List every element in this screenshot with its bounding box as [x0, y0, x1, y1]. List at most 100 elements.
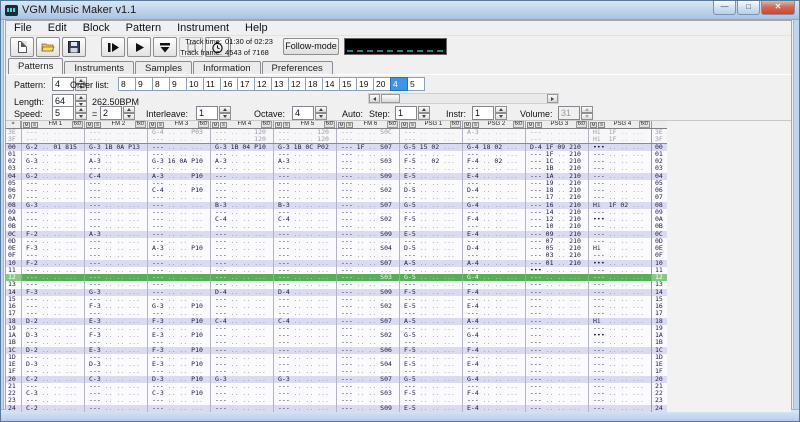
pattern-cell[interactable]: F-4 .. .. ...	[462, 390, 525, 397]
pattern-cell[interactable]: --- .. .. ...	[210, 339, 273, 346]
pattern-cell[interactable]: --- .. .. ...	[462, 325, 525, 332]
pattern-cell[interactable]: D-5 .. .. ...	[399, 187, 462, 194]
pattern-cell[interactable]: A-3 .. .. P10	[147, 245, 210, 252]
pattern-cell[interactable]: --- .. .. ...	[147, 281, 210, 288]
pattern-cell[interactable]: D-4 1F 09 210	[525, 144, 588, 151]
pattern-cell[interactable]: --- .. .. ...	[462, 383, 525, 390]
solo-button[interactable]: S	[283, 122, 290, 128]
pattern-cell[interactable]: --- .. .. S07	[336, 202, 399, 209]
pattern-cell[interactable]: --- 1F .. 210	[525, 151, 588, 158]
solo-button[interactable]: S	[409, 122, 416, 128]
pattern-cell[interactable]: F-5 .. .. ...	[399, 216, 462, 223]
pattern-cell[interactable]: --- .. .. ...	[273, 245, 336, 252]
order-list-cell[interactable]: 5	[407, 77, 425, 91]
pattern-cell[interactable]: --- .. .. ...	[210, 383, 273, 390]
pattern-cell[interactable]: --- 05 .. 210	[525, 245, 588, 252]
pattern-cell[interactable]: D-4 .. .. ...	[273, 289, 336, 296]
save-button[interactable]	[62, 37, 86, 57]
pattern-cell[interactable]: E-4 .. .. ...	[462, 361, 525, 368]
pattern-cell[interactable]: --- .. .. ...	[84, 129, 147, 136]
pattern-cell[interactable]: F-5 .. .. ...	[399, 347, 462, 354]
pattern-cell[interactable]: --- .. .. ...	[462, 180, 525, 187]
pattern-cell[interactable]: --- .. .. ...	[147, 216, 210, 223]
pattern-cell[interactable]: --- .. .. ...	[588, 231, 651, 238]
fx-columns-toggle[interactable]: fx0	[72, 121, 83, 128]
pattern-cell[interactable]: --- .. .. S04	[336, 361, 399, 368]
speed2-spinner[interactable]: 2	[100, 106, 122, 120]
pattern-cell[interactable]: --- .. .. ...	[147, 194, 210, 201]
order-list-cell[interactable]: 4	[390, 77, 408, 91]
fx-columns-toggle[interactable]: fx0	[198, 121, 209, 128]
pattern-cell[interactable]: --- .. .. ...	[525, 390, 588, 397]
tab-instruments[interactable]: Instruments	[64, 61, 134, 74]
pattern-cell[interactable]: --- .. .. S04	[336, 245, 399, 252]
pattern-cell[interactable]: G-5 15 02 ...	[399, 144, 462, 151]
pattern-cell[interactable]: --- .. .. ...	[399, 129, 462, 136]
volume-spinner[interactable]: 31	[558, 106, 580, 120]
order-list-cell[interactable]: 20	[373, 77, 391, 91]
mute-button[interactable]: M	[23, 122, 30, 128]
pattern-cell[interactable]: --- .. .. ...	[336, 310, 399, 317]
pattern-cell[interactable]: --- .. .. ...	[210, 260, 273, 267]
pattern-cell[interactable]: E-5 .. .. ...	[399, 231, 462, 238]
pattern-cell[interactable]: C-4 .. .. ...	[273, 318, 336, 325]
pattern-cell[interactable]: C-3 .. .. ...	[21, 390, 84, 397]
pattern-cell[interactable]: --- .. .. ...	[588, 383, 651, 390]
pattern-cell[interactable]: --- .. .. ...	[525, 347, 588, 354]
pattern-cell[interactable]: --- .. .. ...	[273, 209, 336, 216]
instr-spinner[interactable]: 1	[472, 106, 494, 120]
pattern-cell[interactable]: --- .. .. ...	[525, 361, 588, 368]
order-list-cell[interactable]: 14	[322, 77, 340, 91]
pattern-cell[interactable]: --- .. .. ...	[462, 136, 525, 142]
pattern-cell[interactable]: --- .. .. S02	[336, 303, 399, 310]
pattern-cell[interactable]: --- .. .. ...	[273, 347, 336, 354]
pattern-cell[interactable]: ••• .. .. ...	[588, 216, 651, 223]
pattern-cell[interactable]: --- .. .. ...	[399, 136, 462, 142]
pattern-cell[interactable]: --- .. .. ...	[525, 281, 588, 288]
pattern-cell[interactable]: --- .. .. ...	[399, 368, 462, 375]
pattern-cell[interactable]: --- .. .. ...	[462, 151, 525, 158]
pattern-cell[interactable]: --- .. .. ...	[336, 339, 399, 346]
play-row-button[interactable]	[153, 37, 177, 57]
pattern-cell[interactable]: --- .. .. ...	[399, 209, 462, 216]
pattern-cell[interactable]: --- .. .. S03	[336, 158, 399, 165]
pattern-cell[interactable]: --- .. .. ...	[210, 187, 273, 194]
pattern-cell[interactable]: --- .. .. ...	[462, 194, 525, 201]
fx-columns-toggle[interactable]: fx0	[324, 121, 335, 128]
pattern-cell[interactable]: --- .. .. ...	[147, 202, 210, 209]
pattern-cell[interactable]: --- .. .. ...	[273, 260, 336, 267]
pattern-cell[interactable]: A-5 .. .. ...	[399, 318, 462, 325]
pattern-cell[interactable]: --- .. .. ...	[462, 223, 525, 230]
pattern-cell[interactable]: --- .. .. ...	[399, 325, 462, 332]
pattern-cell[interactable]: --- .. .. ...	[273, 187, 336, 194]
pattern-cell[interactable]: --- .. .. ...	[525, 289, 588, 296]
pattern-cell[interactable]: --- 07 .. 210	[525, 238, 588, 245]
pattern-cell[interactable]: G-3 .. .. ...	[84, 289, 147, 296]
pattern-cell[interactable]: F-4 .. .. ...	[462, 289, 525, 296]
pattern-cell[interactable]: --- .. .. ...	[273, 252, 336, 259]
pattern-cell[interactable]: --- .. .. ...	[147, 231, 210, 238]
order-list-cell[interactable]: 9	[135, 77, 153, 91]
pattern-cell[interactable]: --- .. .. ...	[21, 165, 84, 172]
pattern-cell[interactable]: E-5 .. .. ...	[399, 303, 462, 310]
pattern-cell[interactable]: C-4 .. .. P10	[147, 187, 210, 194]
pattern-cell[interactable]: G-3 1B 0A P13	[84, 144, 147, 151]
pattern-cell[interactable]: --- .. .. ...	[21, 383, 84, 390]
pattern-cell[interactable]: D-2 .. .. ...	[21, 318, 84, 325]
octave-spinner[interactable]: 4	[292, 106, 314, 120]
pattern-cell[interactable]: --- .. .. ...	[84, 245, 147, 252]
pattern-cell[interactable]: --- .. .. ...	[336, 354, 399, 361]
pattern-cell[interactable]: --- .. .. ...	[588, 180, 651, 187]
pattern-cell[interactable]: C-4 .. .. ...	[273, 216, 336, 223]
pattern-cell[interactable]: G-5 .. .. ...	[399, 376, 462, 383]
solo-button[interactable]: S	[157, 122, 164, 128]
pattern-cell[interactable]: --- .. .. ...	[336, 267, 399, 274]
pattern-cell[interactable]: --- .. .. ...	[462, 296, 525, 303]
pattern-cell[interactable]: --- .. .. S03	[336, 390, 399, 397]
solo-button[interactable]: S	[94, 122, 101, 128]
pattern-cell[interactable]: E-3 .. .. P10	[147, 361, 210, 368]
pattern-cell[interactable]: --- .. .. ...	[210, 397, 273, 404]
pattern-cell[interactable]: --- .. .. ...	[84, 165, 147, 172]
pattern-cell[interactable]: --- .. .. ...	[147, 151, 210, 158]
pattern-cell[interactable]: --- .. .. ...	[525, 383, 588, 390]
